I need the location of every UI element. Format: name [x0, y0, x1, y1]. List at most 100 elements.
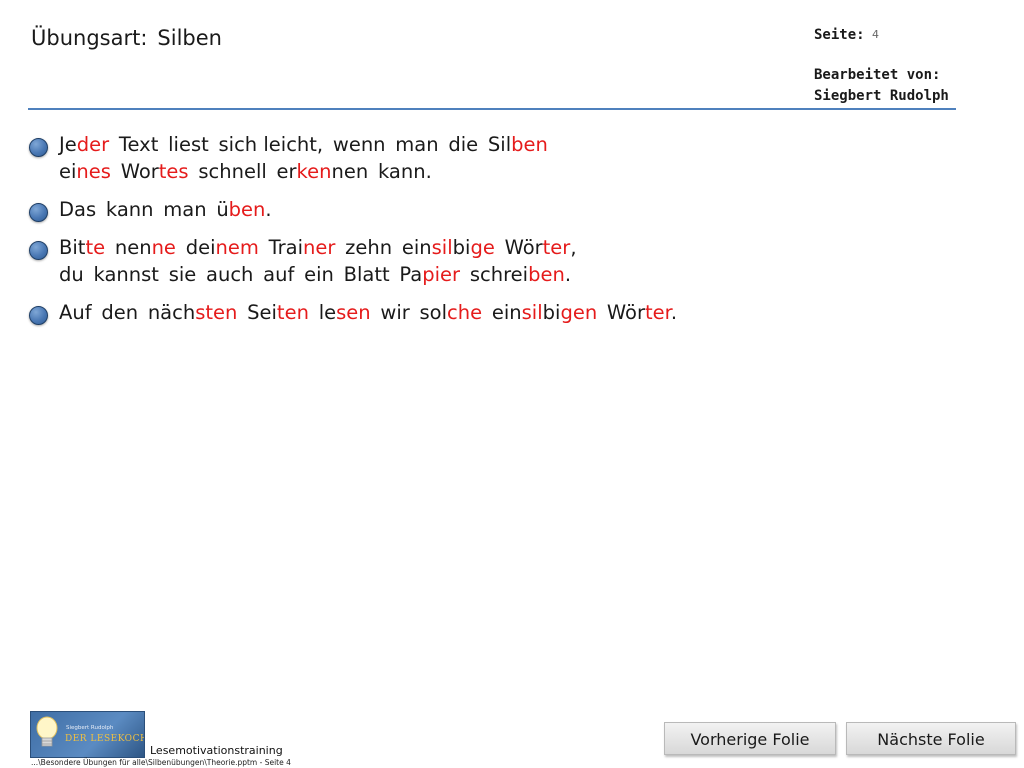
syllable: dei	[185, 236, 216, 259]
word: nenne	[115, 236, 176, 259]
exercise-label: Übungsart:	[31, 26, 148, 50]
text-line: Jeder Text liest sich leicht, wenn man die Silb…	[59, 131, 687, 158]
bullet-icon	[29, 138, 48, 157]
word: auch	[206, 263, 253, 286]
syllable: wir	[380, 301, 410, 324]
syllable: sil	[521, 301, 543, 324]
word: Papier	[399, 263, 460, 286]
syllable: .	[265, 198, 272, 221]
syllable: nen	[331, 160, 369, 183]
text-line: Bitte nenne deinem Trainer zehn einsilbige Wör…	[59, 234, 687, 261]
syllable: nen	[114, 236, 152, 259]
lightbulb-icon	[36, 716, 58, 747]
syllable: bi	[452, 236, 471, 259]
syllable: .	[564, 263, 572, 286]
word: Jeder	[59, 133, 109, 156]
word: man	[395, 133, 438, 156]
word: Wörter,	[505, 236, 577, 259]
syllable: auch	[206, 263, 254, 286]
syllable: schnell	[198, 160, 267, 183]
word: Seiten	[247, 301, 309, 324]
file-path: ...\Besondere Übungen für alle\Silbenübu…	[31, 758, 291, 767]
word: Auf	[59, 301, 92, 324]
word: üben.	[216, 198, 271, 221]
word: kann	[106, 198, 154, 221]
syllable: ge	[470, 236, 495, 259]
syllable: gen	[560, 301, 598, 324]
syllable: zehn	[345, 236, 393, 259]
edited-by: Bearbeitet von: Siegbert Rudolph	[814, 65, 949, 107]
syllable-text-list: Jeder Text liest sich leicht, wenn man die Sil b…	[29, 131, 687, 337]
word: Text	[119, 133, 158, 156]
word: lesen	[319, 301, 371, 324]
syllable: ten	[276, 301, 309, 324]
word: erkennen	[277, 160, 369, 183]
word: die	[448, 133, 478, 156]
syllable: ein	[304, 263, 334, 286]
syllable: .	[670, 301, 678, 324]
bullet-icon	[29, 241, 48, 260]
syllable: du	[59, 263, 84, 286]
syllable: die	[448, 133, 479, 156]
syllable: Pa	[399, 263, 423, 286]
syllable: che	[447, 301, 483, 324]
syllable: liest	[168, 133, 209, 156]
word: Blatt	[344, 263, 390, 286]
bullet-item: Das kann man üben.	[29, 196, 687, 223]
text-line: du kannst sie auch auf ein Blatt Papier schreibe…	[59, 261, 687, 288]
syllable: Wör	[504, 236, 543, 259]
word: schnell	[198, 160, 266, 183]
syllable: le	[318, 301, 337, 324]
bullet-icon	[29, 203, 48, 222]
word: sich leicht,	[219, 133, 324, 156]
word: ein	[304, 263, 334, 286]
syllable: der	[76, 133, 110, 156]
text-line: eines Wortes schnell erkennen kann.	[59, 158, 687, 185]
word: solche	[420, 301, 483, 324]
syllable: ,	[570, 236, 577, 259]
word: kannst	[94, 263, 159, 286]
syllable: ben	[528, 263, 565, 286]
syllable: Das	[59, 198, 97, 221]
word: eines	[59, 160, 111, 183]
word: zehn	[345, 236, 392, 259]
syllable: man	[395, 133, 439, 156]
word: wir	[380, 301, 409, 324]
word: wenn	[333, 133, 386, 156]
syllable: sil	[431, 236, 453, 259]
syllable: sen	[336, 301, 371, 324]
word: kann.	[378, 160, 432, 183]
exercise-value: Silben	[157, 26, 222, 50]
syllable: te	[85, 236, 106, 259]
syllable: Sil	[487, 133, 512, 156]
syllable: sol	[419, 301, 448, 324]
bullet-icon	[29, 306, 48, 325]
word: einsilbigen	[492, 301, 597, 324]
syllable: Auf	[59, 301, 92, 324]
page-meta: Seite: 4 Bearbeitet von: Siegbert Rudolp…	[814, 27, 949, 104]
word: den	[101, 301, 138, 324]
next-slide-button[interactable]: Nächste Folie	[846, 722, 1016, 755]
page-number: 4	[872, 28, 879, 41]
header-divider	[28, 108, 956, 110]
syllable: Je	[59, 133, 77, 156]
syllable: nes	[76, 160, 111, 183]
logo-brand: DER LESEKOCH	[65, 734, 145, 744]
word: Wortes	[121, 160, 189, 183]
syllable: ü	[216, 198, 229, 221]
word: Das	[59, 198, 96, 221]
syllable: Wor	[120, 160, 159, 183]
syllable: Sei	[247, 301, 277, 324]
syllable: ei	[59, 160, 77, 183]
previous-slide-button[interactable]: Vorherige Folie	[664, 722, 836, 755]
syllable: nem	[215, 236, 259, 259]
syllable: ner	[303, 236, 336, 259]
syllable: sich leicht,	[218, 133, 324, 156]
bullet-item: Bitte nenne deinem Trainer zehn einsilbige Wör…	[29, 234, 687, 288]
syllable: kann.	[377, 160, 432, 183]
bullet-item: Jeder Text liest sich leicht, wenn man die Silb…	[29, 131, 687, 185]
syllable: ein	[491, 301, 522, 324]
word: nächsten	[148, 301, 238, 324]
lesekoch-logo: Siegbert Rudolph DER LESEKOCH	[30, 711, 145, 758]
syllable: ein	[401, 236, 432, 259]
